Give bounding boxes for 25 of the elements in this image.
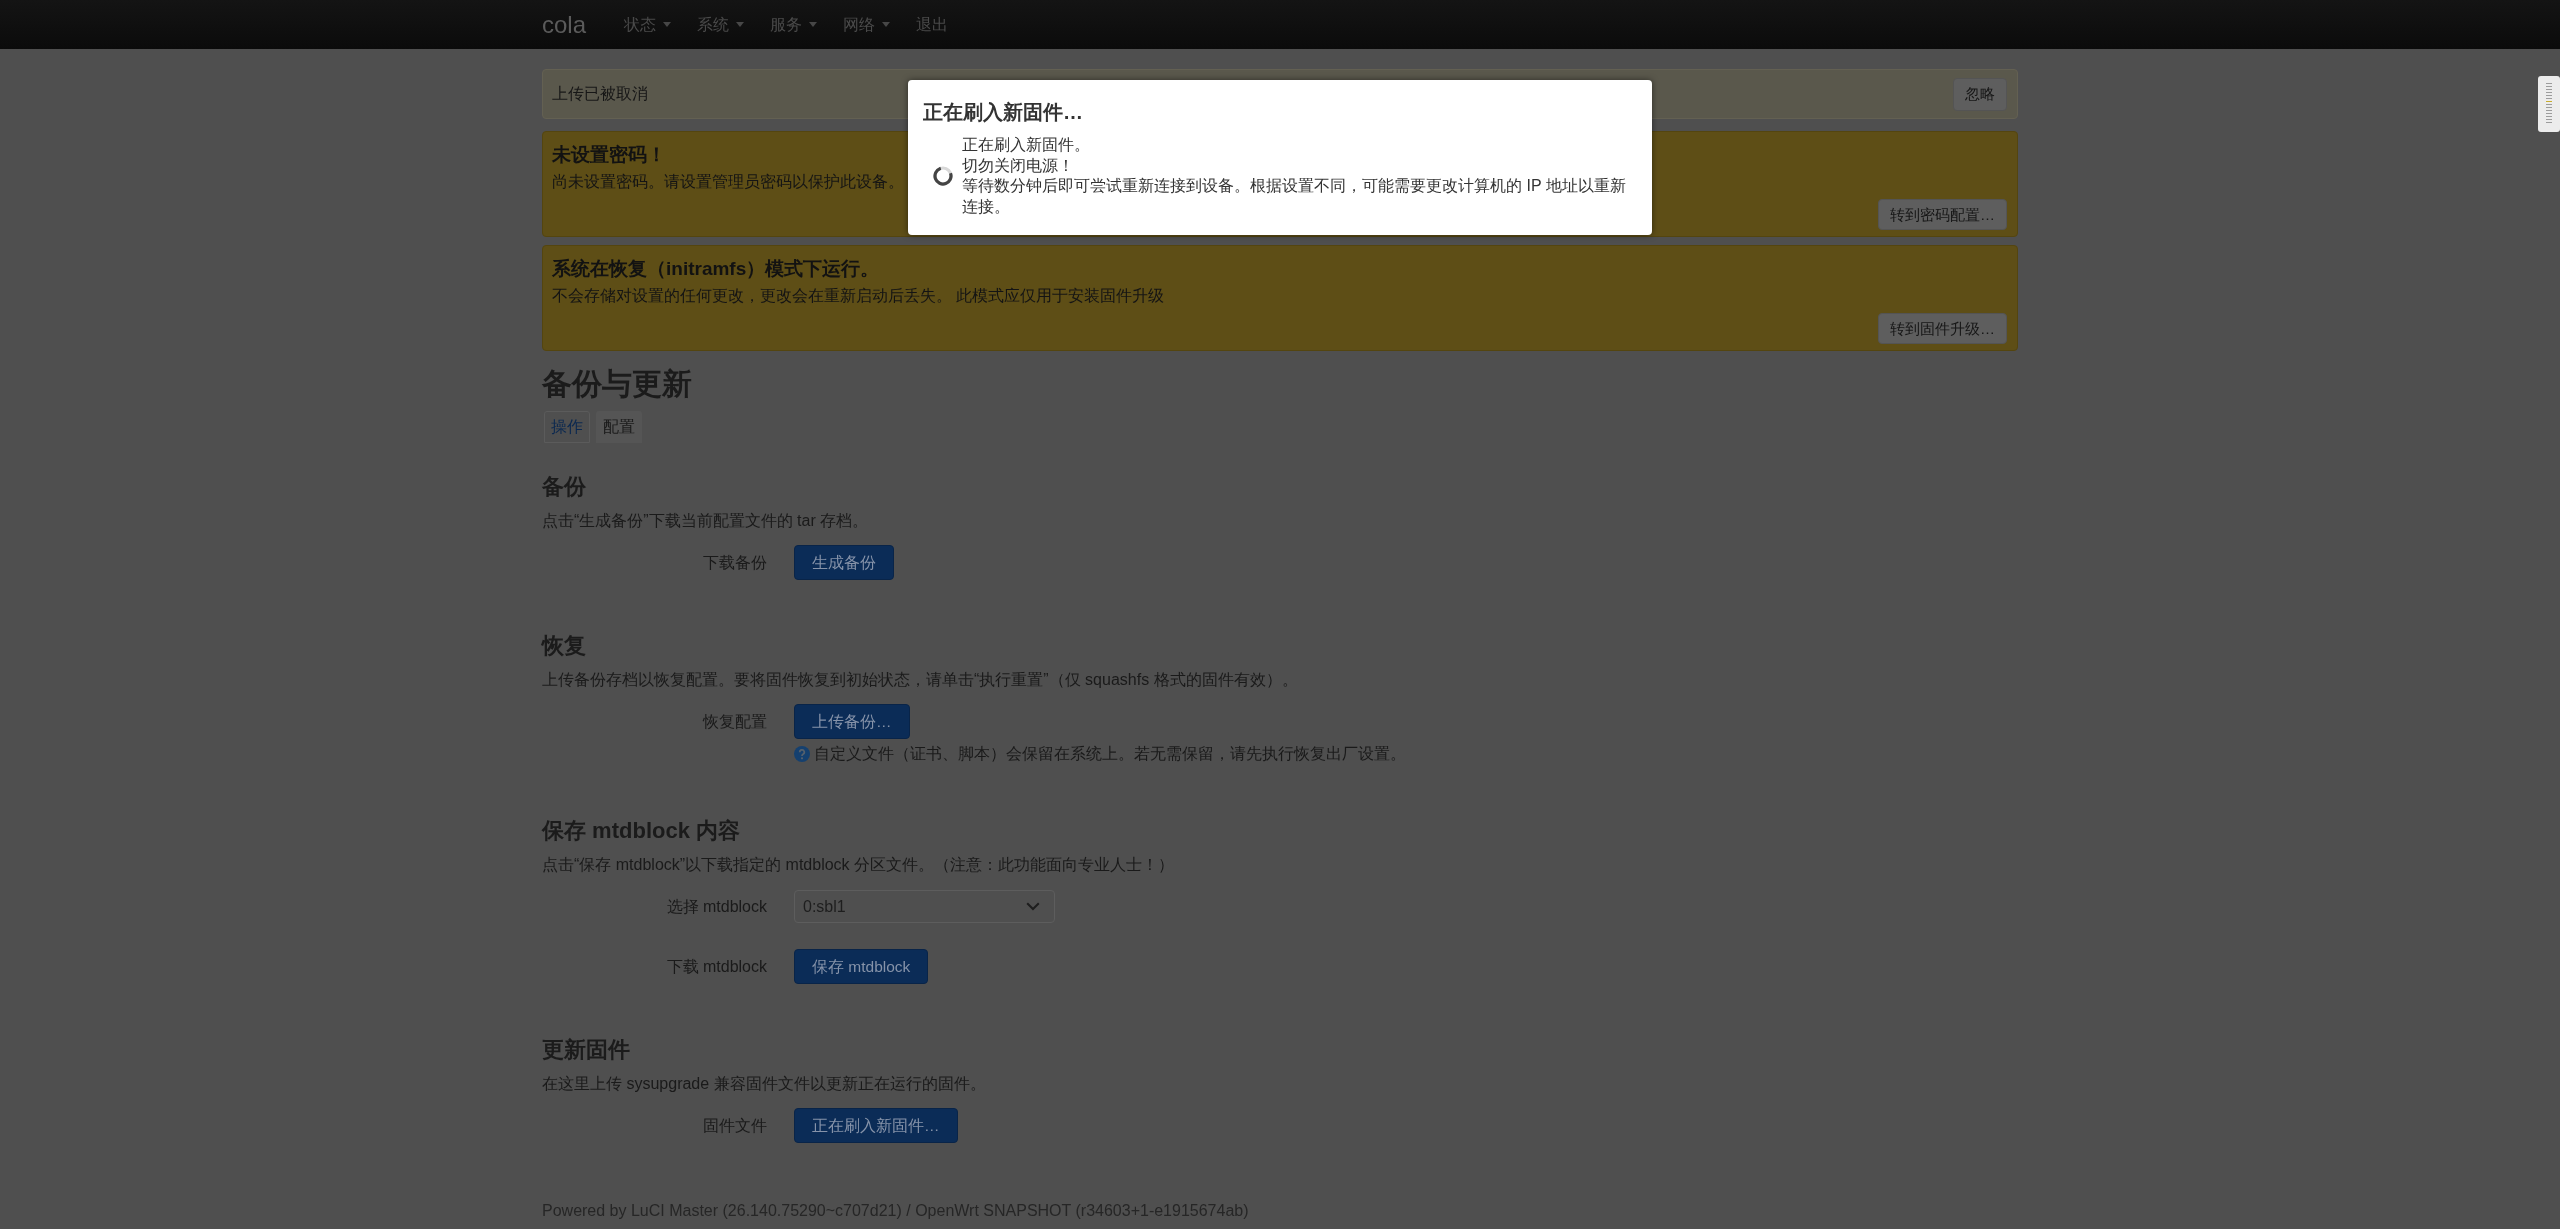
notification-text: 上传已被取消	[552, 84, 648, 104]
brand-link[interactable]: cola	[542, 0, 587, 49]
modal-title: 正在刷入新固件…	[923, 100, 1083, 124]
modal-message: 正在刷入新固件。 切勿关闭电源！ 等待数分钟后即可尝试重新连接到设备。根据设置不同，可能需要更改计算机的 IP 地址以重新连接。	[962, 135, 1627, 217]
warning-text: 不会存储对设置的任何更改，更改会在重新启动后丢失。 此模式应仅用于安装固件升级	[552, 286, 1165, 306]
help-icon	[794, 746, 810, 762]
nav-menu-item[interactable]: 网络	[830, 0, 904, 49]
chevron-down-icon	[1026, 902, 1040, 911]
action-button[interactable]: 正在刷入新固件…	[794, 1108, 958, 1143]
tab[interactable]: 操作	[544, 411, 590, 443]
nav-menu-item[interactable]: 状态	[611, 0, 685, 49]
warning-text: 尚未设置密码。请设置管理员密码以保护此设备。	[552, 172, 904, 192]
nav-menu-item[interactable]: 服务	[757, 0, 831, 49]
dismiss-button[interactable]: 忽略	[1953, 77, 2007, 111]
side-panel-handle-icon[interactable]	[2538, 76, 2560, 132]
spinner-icon	[933, 166, 953, 186]
warning-title: 未设置密码！	[552, 143, 666, 167]
action-button[interactable]: 保存 mtdblock	[794, 949, 929, 984]
action-button[interactable]: 转到固件升级…	[1878, 313, 2007, 344]
action-button[interactable]: 上传备份…	[794, 704, 910, 739]
nav-menu-item[interactable]: 系统	[684, 0, 758, 49]
warning-title: 系统在恢复（initramfs）模式下运行。	[552, 257, 880, 281]
action-button[interactable]: 转到密码配置…	[1878, 199, 2007, 230]
action-button[interactable]: 生成备份	[794, 545, 894, 580]
tab[interactable]: 配置	[596, 411, 642, 443]
